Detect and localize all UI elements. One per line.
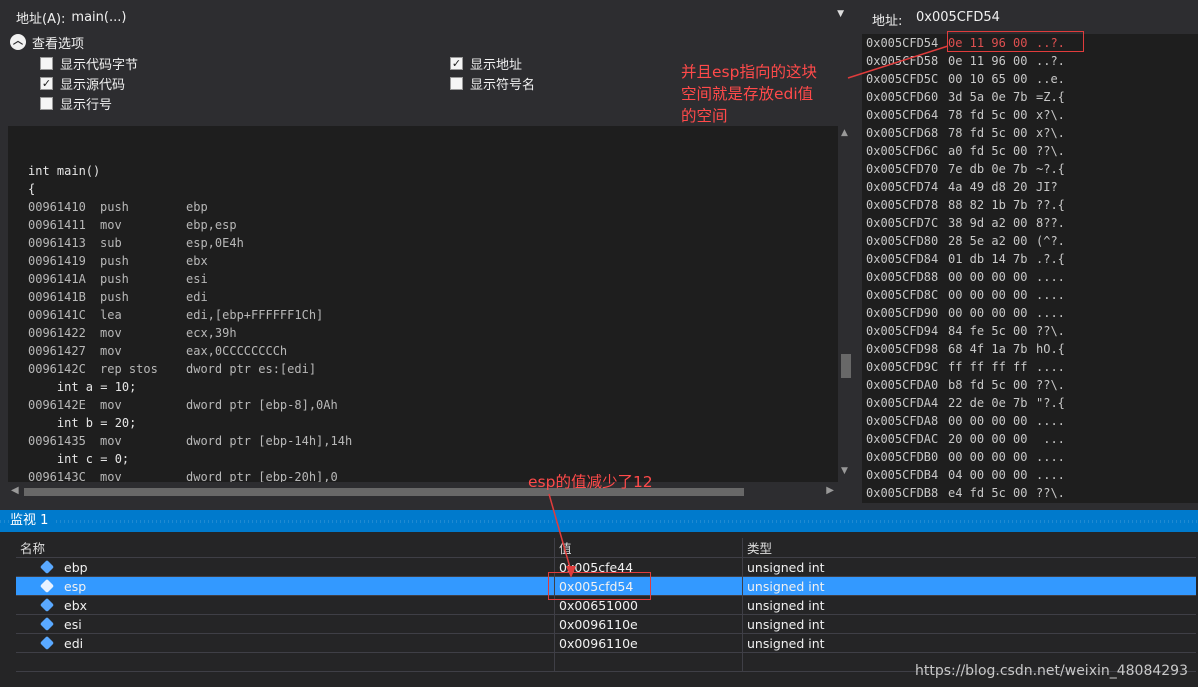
note-line: 的空间 <box>681 107 728 125</box>
annotation-arrows <box>548 45 949 578</box>
watermark: https://blog.csdn.net/weixin_48084293 <box>914 663 1188 679</box>
note-line: 空间就是存放edi值 <box>681 85 814 103</box>
annotation-note-memory: 并且esp指向的这块 空间就是存放edi值 的空间 <box>681 61 817 127</box>
note-line: 并且esp指向的这块 <box>681 63 817 81</box>
annotation-note-esp: esp的值减少了12 <box>528 473 653 491</box>
